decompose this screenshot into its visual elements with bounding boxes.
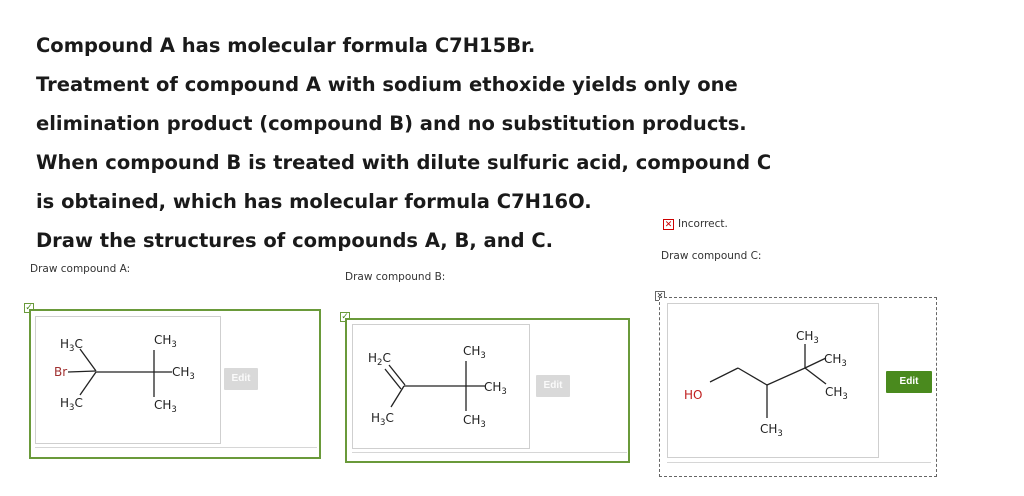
bond (766, 367, 806, 386)
compound-a-panel: H3C Br H3C CH3 CH3 CH3 Edit (29, 309, 321, 459)
question-line: Treatment of compound A with sodium etho… (36, 73, 738, 96)
question-line: When compound B is treated with dilute s… (36, 151, 772, 174)
bond (709, 367, 739, 383)
incorrect-status-text: Incorrect. (678, 218, 728, 230)
divider (667, 462, 931, 463)
question-line: is obtained, which has molecular formula… (36, 190, 592, 213)
atom-label: H3C (60, 337, 83, 354)
compound-c-canvas[interactable]: HO CH3 CH3 CH3 CH3 (667, 303, 879, 458)
atom-label: CH3 (463, 413, 486, 430)
atom-label: CH3 (796, 329, 819, 346)
atom-label: H3C (371, 411, 394, 428)
compound-b-edit-button[interactable]: Edit (536, 375, 570, 397)
bond (390, 385, 405, 408)
atom-label: CH3 (463, 344, 486, 361)
atom-label-ho: HO (684, 388, 702, 402)
compound-b-label: Draw compound B: (345, 271, 446, 283)
compound-b-panel: H2C H3C CH3 CH3 CH3 Edit (345, 318, 630, 463)
compound-a-edit-button[interactable]: Edit (224, 368, 258, 390)
divider (352, 452, 627, 453)
atom-label: CH3 (172, 365, 195, 382)
question-line: Compound A has molecular formula C7H15Br… (36, 34, 536, 57)
atom-label: CH3 (154, 398, 177, 415)
compound-c-edit-button[interactable]: Edit (886, 371, 932, 393)
bond (79, 371, 97, 396)
divider (35, 447, 317, 448)
compound-c-label: Draw compound C: (661, 250, 762, 262)
atom-label: H3C (60, 396, 83, 413)
atom-label: CH3 (825, 385, 848, 402)
compound-b-canvas[interactable]: H2C H3C CH3 CH3 CH3 (352, 324, 530, 449)
bond (67, 370, 97, 373)
atom-label: H2C (368, 351, 391, 368)
bond (384, 368, 402, 390)
compound-c-structure: HO CH3 CH3 CH3 CH3 (684, 329, 848, 439)
bond (804, 357, 827, 369)
bond (737, 367, 768, 386)
incorrect-x-icon: ✕ (663, 218, 674, 230)
atom-label: CH3 (154, 333, 177, 350)
compound-a-label: Draw compound A: (30, 263, 131, 275)
atom-label: CH3 (484, 380, 507, 397)
bond (79, 348, 97, 372)
question-line: elimination product (compound B) and no … (36, 112, 747, 135)
bond (804, 367, 827, 385)
compound-c-panel: HO CH3 CH3 CH3 CH3 Edit (659, 297, 937, 477)
atom-label: CH3 (760, 422, 783, 439)
compound-b-structure: H2C H3C CH3 CH3 CH3 (368, 344, 507, 430)
compound-a-structure: H3C Br H3C CH3 CH3 CH3 (54, 333, 195, 415)
atom-label: CH3 (824, 352, 847, 369)
atom-label-br: Br (54, 365, 67, 379)
compound-a-canvas[interactable]: H3C Br H3C CH3 CH3 CH3 (35, 316, 221, 444)
incorrect-status: ✕ Incorrect. (663, 218, 728, 230)
bond (388, 364, 406, 386)
